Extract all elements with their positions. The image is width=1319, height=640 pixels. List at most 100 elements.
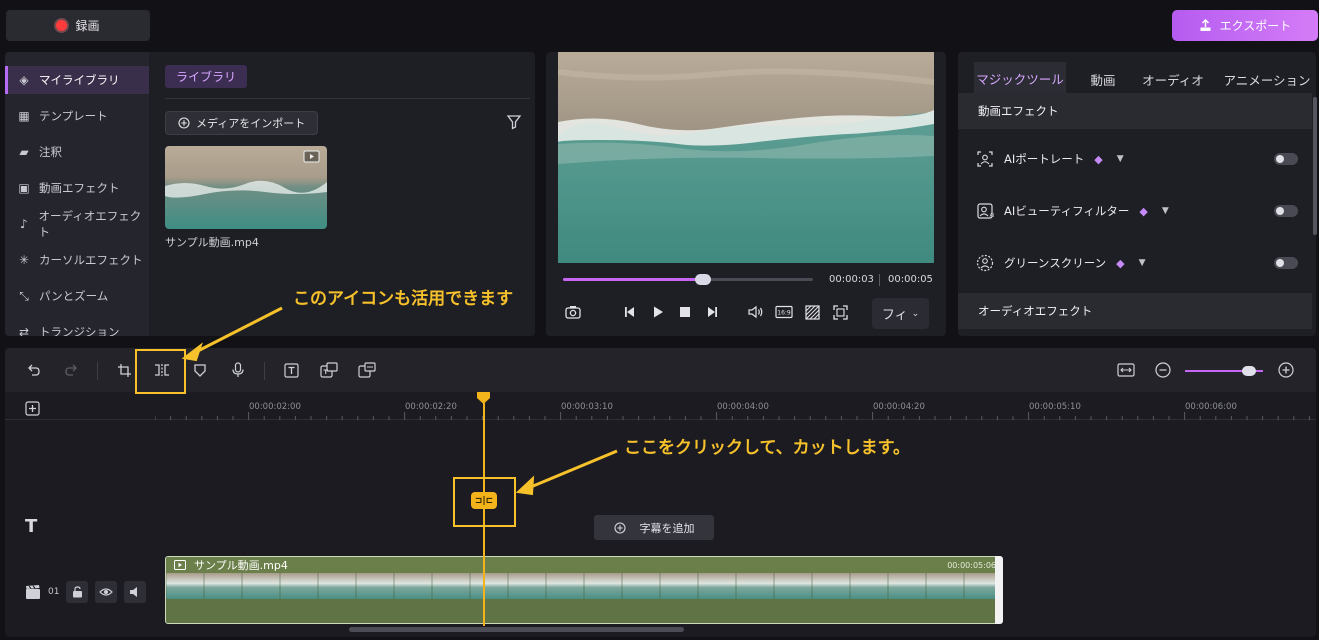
cursor-icon: ✳ xyxy=(18,253,30,267)
layers-icon: ◈ xyxy=(19,73,29,87)
fit-timeline-button[interactable] xyxy=(1114,358,1138,382)
toolbar-split-highlight xyxy=(135,349,186,394)
divider xyxy=(165,98,530,99)
plus-circle-icon xyxy=(178,117,190,129)
sidebar-item-label: オーディオエフェクト xyxy=(38,209,142,239)
sidebar-item-label: テンプレート xyxy=(39,109,108,123)
next-frame-button[interactable] xyxy=(701,300,723,324)
music-note-icon: ♪ xyxy=(19,217,28,231)
person-circle-icon xyxy=(976,254,994,272)
subtitle-button[interactable] xyxy=(317,358,341,382)
properties-panel: マジックツール 動画 オーディオ アニメーション 動画エフェクト AIポートレー… xyxy=(958,52,1316,336)
premium-gem-icon: ◆ xyxy=(1139,204,1148,218)
media-thumbnail[interactable] xyxy=(165,146,327,229)
step-back-icon xyxy=(625,307,634,317)
zoom-slider-handle[interactable] xyxy=(1242,366,1256,376)
play-button[interactable] xyxy=(647,300,669,324)
panel-scrollbar[interactable] xyxy=(1313,97,1317,235)
ai-portrait-toggle[interactable] xyxy=(1274,153,1298,165)
redo-button[interactable] xyxy=(59,358,83,382)
effect-label: AIポートレート xyxy=(1004,152,1085,166)
video-clip[interactable]: サンプル動画.mp4 00:00:05:06 xyxy=(165,556,999,624)
undo-button[interactable] xyxy=(21,358,45,382)
export-label: エクスポート xyxy=(1219,19,1292,33)
video-frame xyxy=(558,52,934,263)
volume-icon xyxy=(748,305,763,319)
playhead-handle[interactable] xyxy=(476,392,491,404)
snapshot-button[interactable] xyxy=(562,300,584,324)
crop-button[interactable] xyxy=(112,358,136,382)
timeline-scrollbar[interactable] xyxy=(349,627,684,632)
ruler-label: 00:00:04:20 xyxy=(873,402,925,412)
ai-beauty-filter-toggle[interactable] xyxy=(1274,205,1298,217)
pan-zoom-icon: ⤡ xyxy=(19,288,29,303)
previous-frame-button[interactable] xyxy=(619,300,641,324)
sidebar-item-my-library[interactable]: ◈ マイライブラリ xyxy=(5,66,149,94)
comment-icon: ▰ xyxy=(19,145,29,159)
import-media-button[interactable]: メディアをインポート xyxy=(165,111,319,135)
tab-animation[interactable]: アニメーション xyxy=(1222,62,1312,96)
ruler-label: 00:00:05:10 xyxy=(1029,402,1081,412)
sidebar-item-cursor-effects[interactable]: ✳ カーソルエフェクト xyxy=(5,246,149,274)
video-preview[interactable] xyxy=(558,52,934,263)
sidebar-item-templates[interactable]: ▦ テンプレート xyxy=(5,102,149,130)
fit-dropdown-value: フィ xyxy=(881,308,908,323)
premium-gem-icon: ◆ xyxy=(1094,152,1103,166)
add-subtitle-button[interactable]: 字幕を追加 xyxy=(594,515,714,540)
export-button[interactable]: エクスポート xyxy=(1172,10,1318,41)
sidebar-item-video-effects[interactable]: ▣ 動画エフェクト xyxy=(5,174,149,202)
green-screen-toggle[interactable] xyxy=(1274,257,1298,269)
sidebar-item-pan-zoom[interactable]: ⤡ パンとズーム xyxy=(5,282,149,310)
clip-header: サンプル動画.mp4 00:00:05:06 xyxy=(166,557,998,573)
sidebar-item-audio-effects[interactable]: ♪ オーディオエフェクト xyxy=(5,209,149,239)
sidebar-item-label: マイライブラリ xyxy=(39,73,120,87)
tab-video[interactable]: 動画 xyxy=(1078,62,1128,96)
ruler-label: 00:00:03:10 xyxy=(561,402,613,412)
caret-down-icon[interactable]: ▼ xyxy=(1139,258,1146,268)
tab-library[interactable]: ライブラリ xyxy=(165,65,248,88)
zoom-out-button[interactable] xyxy=(1151,358,1175,382)
tab-audio[interactable]: オーディオ xyxy=(1140,62,1206,96)
record-icon xyxy=(56,20,68,31)
stop-icon xyxy=(680,307,690,317)
voiceover-button[interactable] xyxy=(226,358,250,382)
sidebar-item-transitions[interactable]: ⇄ トランジション xyxy=(5,318,149,336)
preview-panel: 00:00:03 00:00:05 16:9 フィ ⌄ xyxy=(546,52,946,336)
clapperboard-icon xyxy=(26,585,40,599)
sidebar-item-annotations[interactable]: ▰ 注釈 xyxy=(5,138,149,166)
mute-track-button[interactable] xyxy=(124,581,147,603)
beauty-filter-icon: AI xyxy=(977,203,995,219)
crop-icon xyxy=(117,363,131,377)
aspect-ratio-button[interactable]: 16:9 xyxy=(773,300,795,324)
volume-button[interactable] xyxy=(745,300,767,324)
svg-text:AI: AI xyxy=(990,213,995,219)
audio-effects-header: オーディオエフェクト xyxy=(958,293,1312,329)
timeline-ruler[interactable]: 00:00:02:00 00:00:02:20 00:00:03:10 00:0… xyxy=(5,392,1316,420)
clip-trim-handle[interactable] xyxy=(995,556,1003,624)
stop-button[interactable] xyxy=(674,300,696,324)
caption-icon xyxy=(358,362,376,378)
filter-icon[interactable] xyxy=(506,114,522,130)
fit-dropdown[interactable]: フィ ⌄ xyxy=(872,298,929,329)
zoom-in-button[interactable] xyxy=(1274,358,1298,382)
subtitle-icon xyxy=(320,362,338,378)
plus-circle-icon xyxy=(1278,362,1294,378)
record-label: 録画 xyxy=(75,19,100,33)
visibility-track-button[interactable] xyxy=(95,581,118,603)
progress-handle[interactable] xyxy=(695,274,711,285)
add-track-icon[interactable] xyxy=(25,401,40,416)
effect-green-screen: グリーンスクリーン ◆ ▼ xyxy=(976,251,1298,275)
record-button[interactable]: 録画 xyxy=(6,10,150,41)
text-button[interactable] xyxy=(279,358,303,382)
clip-duration: 00:00:05:06 xyxy=(947,560,996,570)
marker-button[interactable] xyxy=(188,358,212,382)
effect-ai-beauty-filter: AI AIビューティフィルター ◆ ▼ xyxy=(976,199,1298,223)
caret-down-icon[interactable]: ▼ xyxy=(1162,206,1169,216)
tab-magic-tools[interactable]: マジックツール xyxy=(974,62,1066,96)
lock-track-button[interactable] xyxy=(66,581,89,603)
auto-caption-button[interactable] xyxy=(355,358,379,382)
fullscreen-button[interactable] xyxy=(829,300,851,324)
transparency-button[interactable] xyxy=(801,300,823,324)
caret-down-icon[interactable]: ▼ xyxy=(1117,154,1124,164)
total-time: 00:00:05 xyxy=(888,274,933,285)
